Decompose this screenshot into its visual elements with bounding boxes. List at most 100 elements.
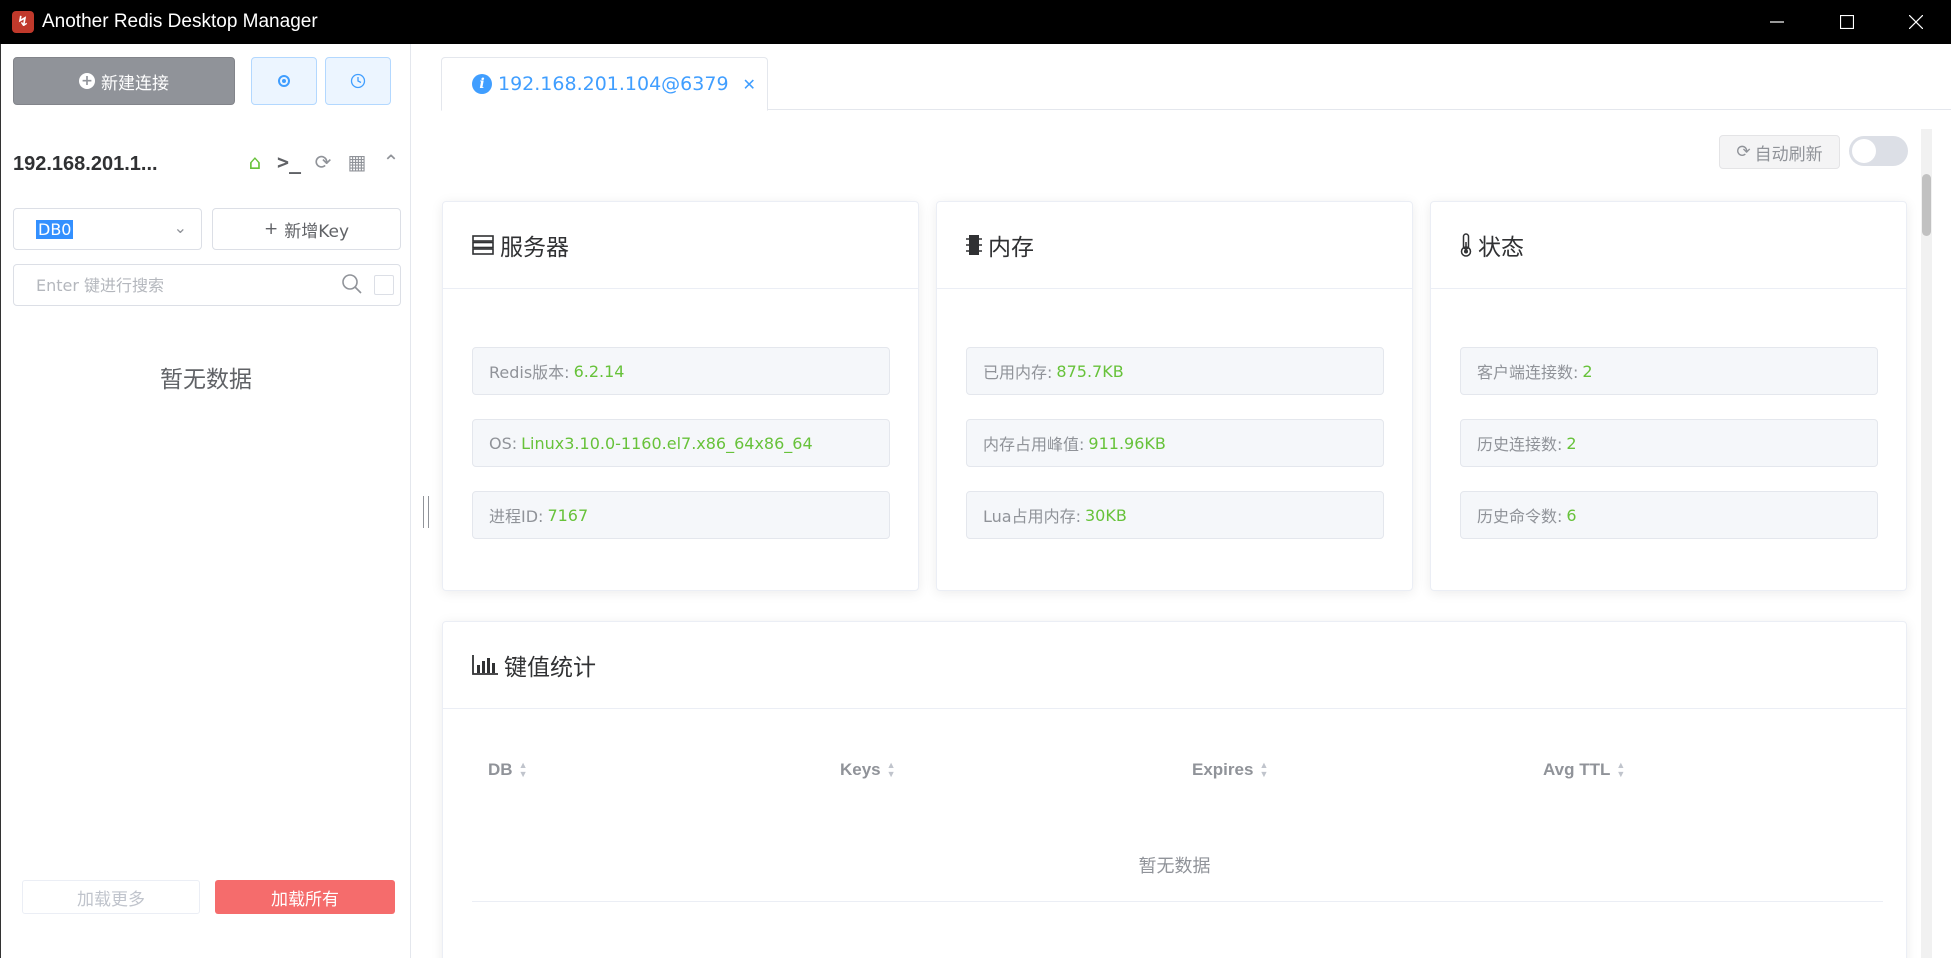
lua-memory-field: Lua占用内存: 30KB: [966, 491, 1384, 539]
sort-icon[interactable]: ▲ ▼: [887, 761, 896, 779]
field-value: 2: [1582, 361, 1593, 381]
add-key-label: 新增Key: [284, 221, 350, 242]
load-all-button[interactable]: 加载所有: [215, 880, 395, 914]
toggle-knob: [1852, 139, 1876, 163]
column-header-keys[interactable]: Keys ▲ ▼: [840, 760, 896, 780]
bar-chart-icon: [472, 655, 498, 675]
column-label: Keys: [840, 760, 881, 779]
auto-refresh-label: 自动刷新: [1754, 144, 1823, 165]
connection-header[interactable]: 192.168.201.1... ⌂ >_ ⟳ ▦ ⌃: [13, 150, 403, 178]
db-select[interactable]: DB0 ⌄: [13, 208, 202, 250]
field-value: 6.2.14: [573, 361, 625, 381]
server-card: 服务器 Redis版本: 6.2.14 OS: Linux3.10.0-1160.e…: [442, 201, 919, 591]
peak-memory-field: 内存占用峰值: 911.96KB: [966, 419, 1384, 467]
refresh-icon: ⟳: [1736, 142, 1751, 162]
server-icon: [472, 235, 494, 255]
field-label: 已用内存:: [983, 363, 1053, 382]
tab-label: 192.168.201.104@6379: [498, 73, 729, 95]
field-value: 30KB: [1084, 505, 1127, 525]
field-label: 历史命令数:: [1477, 507, 1563, 526]
info-icon: i: [472, 74, 492, 94]
server-card-title: 服务器: [500, 235, 569, 261]
field-label: Lua占用内存:: [983, 507, 1081, 526]
chevron-up-icon[interactable]: ⌃: [379, 150, 403, 174]
plus-icon: +: [263, 219, 279, 239]
main-panel: i 192.168.201.104@6379 ✕ ⟳ 自动刷新 服务器 Redi…: [441, 44, 1951, 958]
column-header-expires[interactable]: Expires ▲ ▼: [1192, 760, 1268, 780]
column-label: Avg TTL: [1543, 760, 1611, 779]
sort-icon[interactable]: ▲ ▼: [519, 761, 528, 779]
process-id-field: 进程ID: 7167: [472, 491, 890, 539]
search-input[interactable]: [14, 265, 334, 305]
memory-chip-icon: [966, 235, 982, 255]
memory-card: 内存 已用内存: 875.7KB 内存占用峰值: 911.96KB Lua占用内存:…: [936, 201, 1413, 591]
key-stats-card-title: 键值统计: [504, 655, 596, 681]
new-connection-label: 新建连接: [101, 73, 169, 94]
status-card-header: 状态: [1431, 202, 1906, 289]
os-field: OS: Linux3.10.0-1160.el7.x86_64x86_64: [472, 419, 890, 467]
minimize-button[interactable]: [1742, 0, 1812, 44]
refresh-icon[interactable]: ⟳: [311, 150, 335, 174]
history-button[interactable]: [325, 57, 391, 105]
window-title: Another Redis Desktop Manager: [42, 11, 318, 32]
field-label: 进程ID:: [489, 507, 544, 526]
table-empty-text: 暂无数据: [1138, 856, 1211, 877]
app-logo-icon: ↯: [12, 11, 34, 33]
main-scrollbar[interactable]: [1921, 129, 1932, 958]
tab-close-icon[interactable]: ✕: [743, 75, 756, 94]
sidebar: + 新建连接 192.168.201.1... ⌂ >_ ⟳ ▦ ⌃ DB0 ⌄…: [0, 44, 410, 958]
thermometer-icon: [1460, 233, 1472, 257]
resize-handle[interactable]: [423, 496, 429, 528]
tabs-bar: i 192.168.201.104@6379 ✕: [441, 44, 1951, 111]
settings-button[interactable]: [251, 57, 317, 105]
auto-refresh-button[interactable]: ⟳ 自动刷新: [1719, 135, 1840, 169]
column-header-avg-ttl[interactable]: Avg TTL ▲ ▼: [1543, 760, 1625, 780]
redis-version-field: Redis版本: 6.2.14: [472, 347, 890, 395]
search-box: [13, 264, 401, 306]
key-stats-card: 键值统计 DB ▲ ▼ Keys ▲ ▼ Expires ▲ ▼ Avg TTL ▲ ▼…: [442, 621, 1907, 958]
field-value: Linux3.10.0-1160.el7.x86_64x86_64: [521, 433, 813, 453]
sort-icon[interactable]: ▲ ▼: [1616, 761, 1625, 779]
chevron-down-icon: ⌄: [173, 218, 187, 237]
sidebar-empty-text: 暂无数据: [160, 367, 252, 393]
sidebar-divider: [410, 44, 411, 958]
memory-card-header: 内存: [937, 202, 1412, 289]
add-key-button[interactable]: + 新增Key: [212, 208, 401, 250]
column-label: DB: [488, 760, 513, 779]
maximize-icon: [1840, 15, 1854, 29]
db-select-value: DB0: [36, 219, 74, 239]
minimize-icon: [1770, 21, 1784, 23]
key-stats-card-header: 键值统计: [443, 622, 1906, 709]
terminal-icon[interactable]: >_: [277, 150, 301, 174]
load-more-button[interactable]: 加载更多: [22, 880, 200, 914]
close-button[interactable]: [1881, 0, 1951, 44]
grid-icon[interactable]: ▦: [345, 150, 369, 174]
status-card: 状态 客户端连接数: 2 历史连接数: 2 历史命令数: 6: [1430, 201, 1907, 591]
column-label: Expires: [1192, 760, 1254, 779]
field-label: 历史连接数:: [1477, 435, 1563, 454]
memory-card-title: 内存: [988, 235, 1034, 261]
connection-name: 192.168.201.1...: [13, 152, 158, 175]
search-icon[interactable]: [341, 273, 363, 295]
sort-icon[interactable]: ▲ ▼: [1259, 761, 1268, 779]
table-divider: [472, 901, 1883, 902]
tab-connection-status[interactable]: i 192.168.201.104@6379 ✕: [441, 57, 768, 111]
total-commands-field: 历史命令数: 6: [1460, 491, 1878, 539]
auto-refresh-toggle[interactable]: [1849, 136, 1908, 166]
client-connections-field: 客户端连接数: 2: [1460, 347, 1878, 395]
field-label: OS:: [489, 433, 518, 453]
total-connections-field: 历史连接数: 2: [1460, 419, 1878, 467]
gear-icon: [278, 75, 290, 87]
field-value: 911.96KB: [1088, 433, 1166, 453]
field-label: 内存占用峰值:: [983, 435, 1085, 454]
scrollbar-thumb[interactable]: [1922, 174, 1931, 236]
home-icon[interactable]: ⌂: [243, 150, 267, 174]
field-label: Redis版本:: [489, 363, 570, 382]
clock-icon: [350, 73, 366, 89]
status-card-title: 状态: [1478, 235, 1524, 261]
new-connection-button[interactable]: + 新建连接: [13, 57, 235, 105]
used-memory-field: 已用内存: 875.7KB: [966, 347, 1384, 395]
maximize-button[interactable]: [1812, 0, 1882, 44]
exact-match-checkbox[interactable]: [374, 275, 394, 295]
column-header-db[interactable]: DB ▲ ▼: [488, 760, 527, 780]
